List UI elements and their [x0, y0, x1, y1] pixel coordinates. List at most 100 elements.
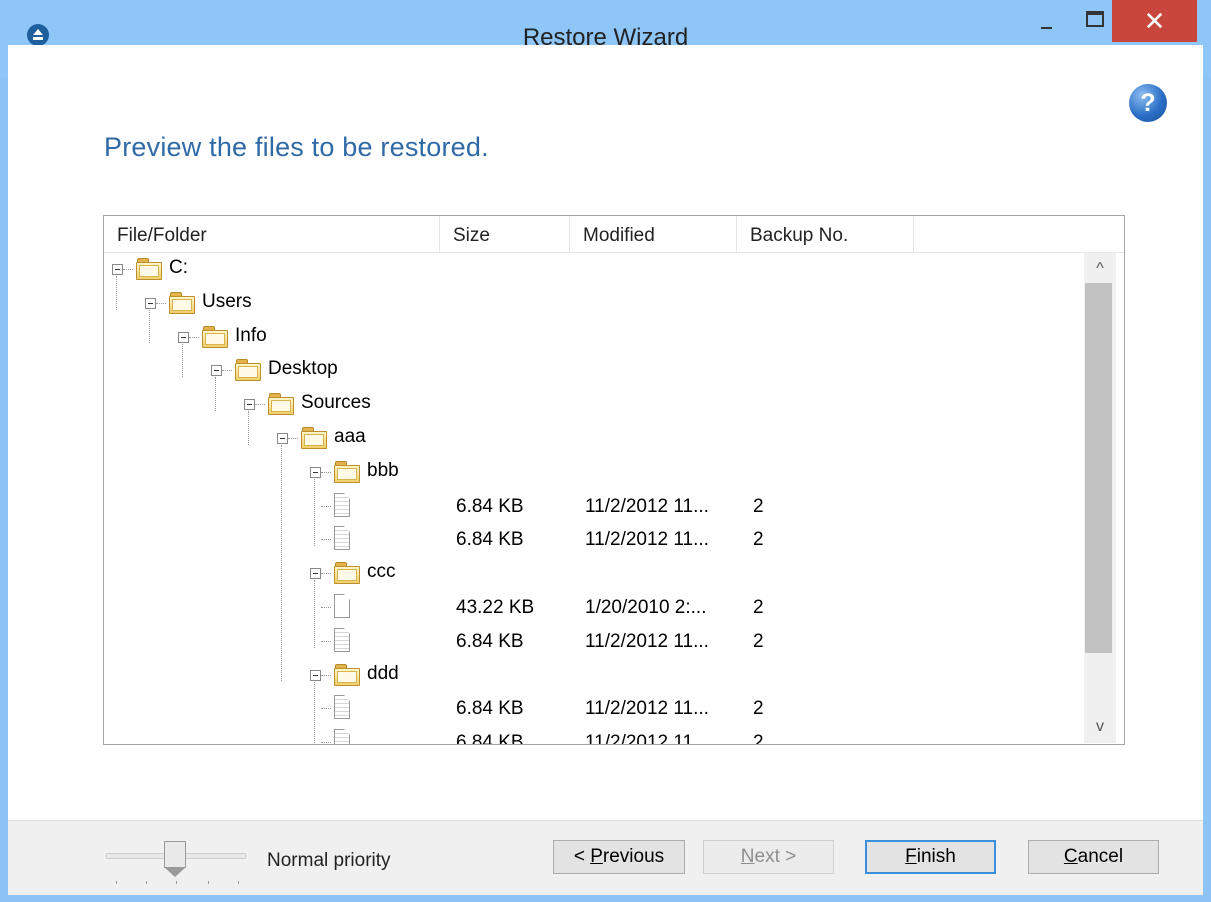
collapse-minus-icon[interactable]: [211, 365, 222, 377]
tree-connector-line: [149, 309, 150, 344]
column-header-modified[interactable]: Modified: [570, 216, 737, 252]
collapse-minus-icon[interactable]: [145, 297, 156, 309]
folder-icon: [235, 359, 261, 382]
scroll-up-arrow-icon[interactable]: ^: [1084, 253, 1116, 285]
tree-connector-line: [248, 411, 249, 445]
vertical-scrollbar[interactable]: ^ v: [1084, 253, 1116, 743]
tree-file-row[interactable]: 6.84 KB 11/2/2012 11... 2: [104, 692, 1084, 726]
file-size: 6.84 KB: [456, 732, 524, 745]
tree-file-row[interactable]: 6.84 KB 11/2/2012 11... 2: [104, 523, 1084, 557]
folder-icon: [202, 325, 228, 348]
folder-name: C:: [169, 257, 188, 278]
cancel-button-mnemonic: C: [1063, 846, 1078, 867]
folder-name: Info: [235, 324, 267, 346]
tree-folder-row[interactable]: bbb: [104, 456, 1084, 490]
tree-connector-line: [182, 343, 183, 378]
collapse-minus-icon[interactable]: [112, 264, 123, 275]
folder-icon: [334, 460, 360, 483]
slider-tick: [176, 881, 177, 884]
wizard-body: ? Preview the files to be restored. File…: [8, 45, 1203, 895]
tree-folder-row[interactable]: Sources: [104, 388, 1084, 422]
finish-button-mnemonic: F: [905, 846, 917, 867]
column-header-file-folder[interactable]: File/Folder: [104, 216, 440, 252]
tree-connector-line: [321, 505, 331, 507]
folder-icon: [334, 562, 360, 585]
page-heading: Preview the files to be restored.: [104, 132, 489, 162]
tree-folder-row[interactable]: ddd: [104, 659, 1084, 693]
file-size: 6.84 KB: [456, 630, 524, 652]
file-backup-no: 2: [753, 732, 764, 745]
previous-button-prefix: <: [573, 846, 591, 867]
cancel-button[interactable]: Cancel: [1028, 840, 1159, 874]
priority-slider-thumb[interactable]: [164, 841, 186, 877]
wizard-footer: Normal priority < Previous Next > Finish…: [8, 820, 1203, 895]
help-icon[interactable]: ?: [1129, 84, 1167, 122]
tree-folder-row[interactable]: C:: [104, 253, 1084, 287]
collapse-minus-icon[interactable]: [244, 399, 255, 411]
file-icon: [334, 627, 350, 652]
tree-file-row[interactable]: 43.22 KB 1/20/2010 2:... 2: [104, 591, 1084, 625]
tree-connector-line: [222, 370, 232, 372]
file-modified: 1/20/2010 2:...: [585, 597, 707, 618]
folder-name: ccc: [367, 561, 396, 583]
close-button[interactable]: ✕: [1112, 0, 1197, 42]
previous-button[interactable]: < Previous: [553, 840, 685, 874]
folder-icon: [334, 663, 360, 686]
maximize-button[interactable]: [1075, 0, 1113, 42]
file-icon: [334, 526, 350, 551]
file-modified: 11/2/2012 11...: [585, 630, 709, 652]
tree-connector-line: [321, 471, 331, 473]
tree-folder-row[interactable]: aaa: [104, 422, 1084, 456]
folder-icon: [136, 258, 162, 280]
priority-slider-ticks: [116, 881, 246, 885]
file-modified: 11/2/2012 11...: [585, 732, 709, 745]
tree-connector-line: [321, 539, 331, 541]
tree-connector-line: [314, 478, 315, 547]
file-preview-list[interactable]: File/Folder Size Modified Backup No. C: U…: [103, 215, 1125, 745]
tree-file-row[interactable]: 6.84 KB 11/2/2012 11... 2: [104, 490, 1084, 524]
tree-connector-line: [321, 742, 331, 744]
tree-folder-row[interactable]: Users: [104, 287, 1084, 321]
tree-file-row[interactable]: 6.84 KB 11/2/2012 11... 2: [104, 625, 1084, 659]
column-header-backup-no[interactable]: Backup No.: [737, 216, 914, 252]
file-backup-no: 2: [753, 495, 764, 517]
tree-connector-line: [116, 275, 117, 310]
restore-wizard-window: Restore Wizard ✕ ? Preview the files to …: [0, 0, 1211, 902]
file-backup-no: 2: [753, 597, 764, 618]
next-button[interactable]: Next >: [703, 840, 834, 874]
tree-connector-line: [321, 607, 331, 608]
folder-name: Desktop: [268, 358, 338, 380]
file-modified: 11/2/2012 11...: [585, 495, 709, 517]
slider-tick: [116, 881, 117, 884]
collapse-minus-icon[interactable]: [310, 568, 321, 580]
collapse-minus-icon[interactable]: [310, 669, 321, 681]
tree-folder-row[interactable]: Info: [104, 321, 1084, 355]
collapse-minus-icon[interactable]: [178, 331, 189, 343]
tree-connector-line: [321, 674, 331, 676]
tree-connector-line: [321, 640, 331, 642]
tree-connector-line: [255, 404, 265, 406]
file-size: 6.84 KB: [456, 495, 524, 517]
folder-name: Users: [202, 290, 252, 312]
tree-folder-row[interactable]: Desktop: [104, 354, 1084, 388]
column-header-size[interactable]: Size: [440, 216, 570, 252]
file-backup-no: 2: [753, 630, 764, 652]
finish-button[interactable]: Finish: [865, 840, 996, 874]
tree-connector-line: [281, 444, 282, 682]
previous-button-rest: revious: [602, 846, 665, 867]
tree-folder-row[interactable]: ccc: [104, 557, 1084, 591]
scroll-down-arrow-icon[interactable]: v: [1084, 711, 1116, 743]
scroll-thumb[interactable]: [1085, 283, 1112, 653]
collapse-minus-icon[interactable]: [277, 433, 288, 444]
folder-icon: [301, 427, 327, 449]
file-size: 6.84 KB: [456, 529, 524, 551]
tree-connector-line: [321, 573, 331, 575]
tree-file-row[interactable]: 6.84 KB 11/2/2012 11... 2: [104, 726, 1084, 745]
file-backup-no: 2: [753, 529, 764, 551]
file-size: 6.84 KB: [456, 698, 524, 720]
folder-name: Sources: [301, 392, 371, 414]
file-icon: [334, 492, 350, 517]
file-backup-no: 2: [753, 698, 764, 720]
minimize-button[interactable]: [1028, 0, 1066, 42]
collapse-minus-icon[interactable]: [310, 466, 321, 478]
